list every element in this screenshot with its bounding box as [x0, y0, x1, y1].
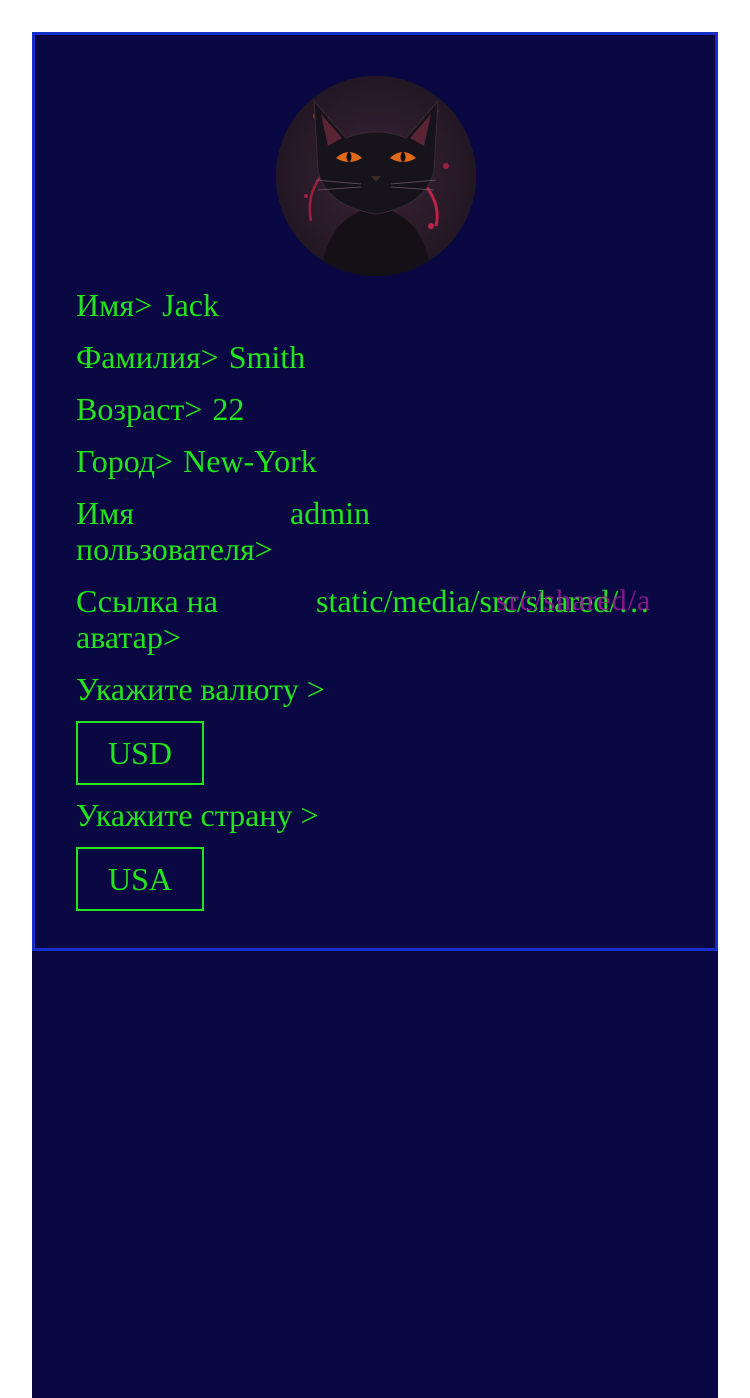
city-label: Город> — [76, 443, 174, 479]
country-label: Укажите страну > — [76, 797, 319, 833]
first-name-value: Jack — [162, 287, 219, 323]
age-value: 22 — [212, 391, 245, 427]
avatar — [276, 76, 476, 276]
currency-prompt-row: Укажите валюту > — [76, 671, 676, 707]
black-cat-avatar-icon — [276, 76, 476, 276]
last-name-row: Фамилия> Smith — [76, 339, 676, 375]
first-name-label: Имя> — [76, 287, 153, 323]
age-row: Возраст> 22 — [76, 391, 676, 427]
avatar-link-overlay-text: src/shared/a — [496, 584, 652, 617]
first-name-row: Имя> Jack — [76, 287, 676, 323]
currency-select[interactable]: USD — [76, 721, 204, 785]
avatar-link-value: static/media/src/shared/a… src/shared/a — [316, 583, 664, 655]
city-value: New-York — [183, 443, 317, 479]
profile-fields: Имя> Jack Фамилия> Smith Возраст> 22 Гор… — [76, 287, 676, 923]
age-label: Возраст> — [76, 391, 203, 427]
country-select[interactable]: USA — [76, 847, 204, 911]
profile-card: Имя> Jack Фамилия> Smith Возраст> 22 Гор… — [32, 32, 718, 951]
avatar-link-row: Ссылка на аватар> static/media/src/share… — [76, 583, 676, 655]
country-prompt-row: Укажите страну > — [76, 797, 676, 833]
last-name-label: Фамилия> — [76, 339, 219, 375]
username-row: Имя пользователя> admin — [76, 495, 676, 567]
page-background: Имя> Jack Фамилия> Smith Возраст> 22 Гор… — [32, 32, 718, 1398]
city-row: Город> New-York — [76, 443, 676, 479]
username-value: admin — [290, 495, 370, 531]
username-label: Имя пользователя> — [76, 495, 273, 567]
avatar-link-label: Ссылка на аватар> — [76, 583, 218, 655]
last-name-value: Smith — [228, 339, 306, 375]
currency-label: Укажите валюту > — [76, 671, 325, 707]
